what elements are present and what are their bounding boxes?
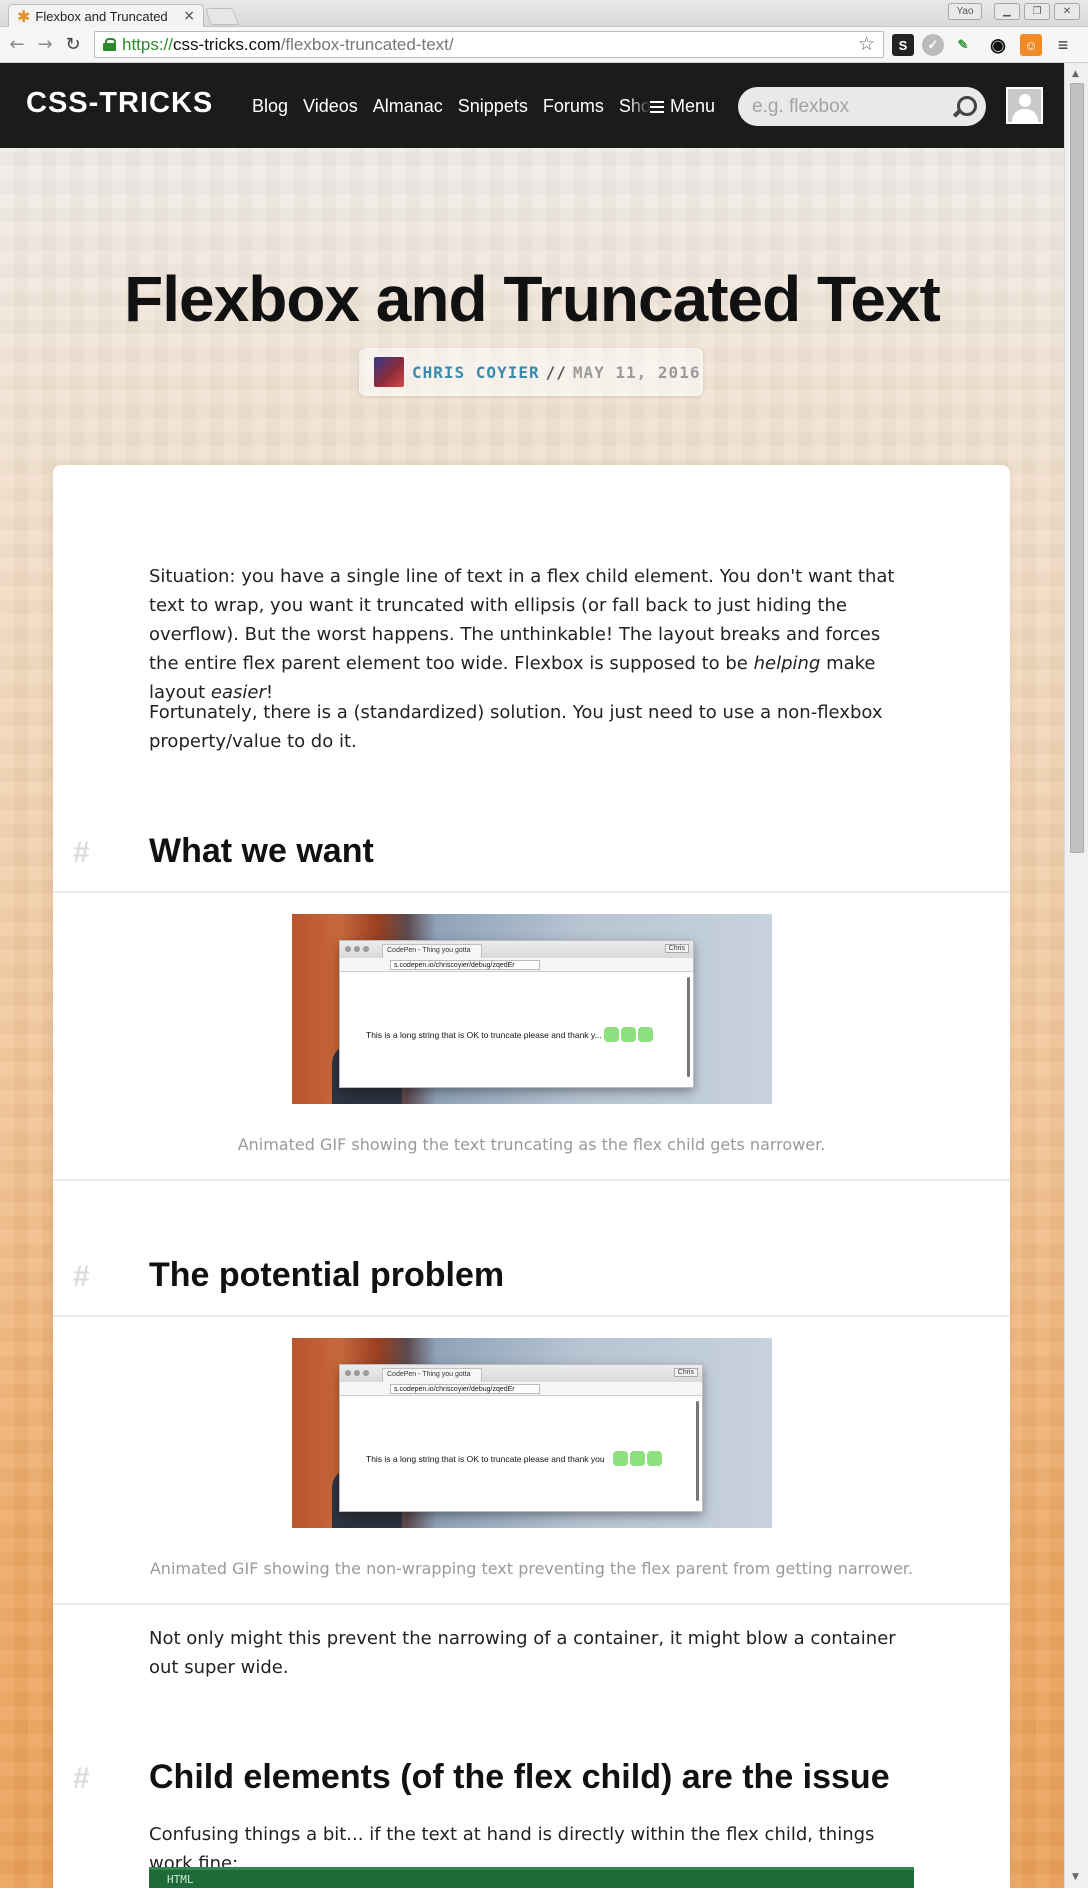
section-anchor-link[interactable]: # bbox=[73, 836, 90, 870]
profile-badge[interactable]: Yao bbox=[948, 3, 982, 20]
intro-paragraph: Situation: you have a single line of tex… bbox=[149, 562, 909, 707]
nav-shop[interactable]: Shop bbox=[619, 96, 651, 117]
hamburger-icon bbox=[650, 100, 664, 113]
scroll-thumb[interactable] bbox=[1070, 83, 1084, 853]
gif-scrollbar bbox=[687, 977, 690, 1077]
gif-tabbar: CodePen - Thing you gotta Chris bbox=[340, 941, 693, 958]
bookmark-star-icon[interactable]: ☆ bbox=[858, 33, 875, 56]
gif-truncated-string: This is a long string that is OK to trun… bbox=[366, 1029, 602, 1040]
browser-toolbar: ← → ↻ https://css-tricks.com/flexbox-tru… bbox=[0, 27, 1088, 63]
gif-tab-title: CodePen - Thing you gotta bbox=[382, 944, 482, 958]
site-search bbox=[738, 87, 986, 126]
minimize-icon[interactable]: ▁ bbox=[994, 3, 1020, 20]
url-scheme: https:// bbox=[122, 34, 174, 54]
menu-label: Menu bbox=[670, 96, 716, 116]
problem-paragraph: Not only might this prevent the narrowin… bbox=[149, 1628, 896, 1678]
new-tab-button[interactable] bbox=[204, 8, 240, 25]
section-anchor-link[interactable]: # bbox=[73, 1762, 90, 1796]
code-block-header: HTML bbox=[149, 1867, 914, 1888]
gif-user-badge: Chris bbox=[673, 1368, 698, 1377]
scroll-down-icon[interactable]: ▼ bbox=[1072, 1872, 1079, 1882]
gif-green-boxes bbox=[603, 1027, 653, 1042]
post-date: MAY 11, 2016 bbox=[572, 362, 701, 382]
nav-forums[interactable]: Forums bbox=[543, 96, 604, 117]
search-input[interactable] bbox=[752, 95, 952, 118]
circle-ext-icon[interactable]: ✓ bbox=[922, 34, 944, 56]
gif-overflow-demo: CodePen - Thing you gotta Chris s.codepe… bbox=[292, 1338, 772, 1528]
gif-full-string: This is a long string that is OK to trun… bbox=[366, 1453, 605, 1464]
gif-truncating-demo: CodePen - Thing you gotta Chris s.codepe… bbox=[292, 914, 772, 1104]
site-logo[interactable]: CSS-TRICKS bbox=[26, 87, 213, 120]
lock-icon bbox=[103, 38, 116, 51]
gif-address-bar: s.codepen.io/chriscoyier/debug/zqedEr bbox=[340, 1382, 702, 1396]
heading-what-we-want: What we want bbox=[149, 832, 374, 870]
byline-separator: // bbox=[545, 362, 567, 382]
css-tricks-favicon-icon: ✱ bbox=[17, 6, 31, 26]
solution-paragraph: Fortunately, there is a (standardized) s… bbox=[149, 702, 883, 752]
site-header: CSS-TRICKS Blog Videos Almanac Snippets … bbox=[0, 63, 1064, 148]
author-link[interactable]: CHRIS COYIER bbox=[412, 363, 540, 382]
gif-window-dots bbox=[345, 1370, 369, 1376]
menu-button[interactable]: Menu bbox=[650, 96, 715, 117]
nav-blog[interactable]: Blog bbox=[252, 96, 288, 117]
browser-tabstrip: ✱ Flexbox and Truncated × Yao ▁ ❐ ✕ bbox=[0, 0, 1088, 27]
forward-icon[interactable]: → bbox=[34, 33, 56, 55]
figure-caption-2: Animated GIF showing the non-wrapping te… bbox=[149, 1559, 914, 1578]
section-anchor-link[interactable]: # bbox=[73, 1260, 90, 1294]
scroll-up-icon[interactable]: ▲ bbox=[1072, 69, 1079, 79]
gif-url: s.codepen.io/chriscoyier/debug/zqedEr bbox=[390, 1384, 540, 1394]
gif-sample-text: This is a long string that is OK to trun… bbox=[366, 1027, 653, 1042]
ring-icon[interactable]: ◉ bbox=[987, 34, 1009, 56]
address-bar[interactable]: https://css-tricks.com/flexbox-truncated… bbox=[94, 31, 884, 58]
gif-sample-text: This is a long string that is OK to trun… bbox=[366, 1451, 662, 1466]
eyedropper-icon[interactable]: ✎ bbox=[952, 34, 974, 56]
url-path: /flexbox-truncated-text/ bbox=[280, 34, 454, 54]
s-ext-icon[interactable]: S bbox=[892, 34, 914, 56]
gif-browser-window: CodePen - Thing you gotta Chris s.codepe… bbox=[339, 1364, 703, 1512]
site-nav: Blog Videos Almanac Snippets Forums Shop bbox=[252, 96, 651, 117]
gif-address-bar: s.codepen.io/chriscoyier/debug/zqedEr bbox=[340, 958, 693, 972]
browser-tab-active[interactable]: ✱ Flexbox and Truncated × bbox=[8, 4, 204, 27]
gif-scrollbar bbox=[696, 1401, 699, 1501]
figure-caption-1: Animated GIF showing the text truncating… bbox=[237, 1135, 826, 1154]
gif-tab-title: CodePen - Thing you gotta bbox=[382, 1368, 482, 1382]
chrome-menu-icon[interactable]: ≡ bbox=[1052, 34, 1074, 56]
window-controls: Yao ▁ ❐ ✕ bbox=[948, 3, 1080, 20]
intro-emphasis-helping: helping bbox=[753, 653, 821, 674]
gif-url: s.codepen.io/chriscoyier/debug/zqedEr bbox=[390, 960, 540, 970]
gif-green-boxes bbox=[612, 1451, 662, 1466]
gif-window-dots bbox=[345, 946, 369, 952]
page-scrollbar[interactable]: ▲ ▼ bbox=[1064, 63, 1088, 1888]
nav-almanac[interactable]: Almanac bbox=[373, 96, 443, 117]
article-title: Flexbox and Truncated Text bbox=[124, 263, 941, 335]
code-language-label: HTML bbox=[167, 1873, 194, 1886]
gif-user-badge: Chris bbox=[664, 944, 689, 953]
tab-close-icon[interactable]: × bbox=[183, 8, 195, 24]
author-avatar[interactable] bbox=[374, 357, 404, 387]
back-icon[interactable]: ← bbox=[6, 33, 28, 55]
heading-child-elements: Child elements (of the flex child) are t… bbox=[149, 1758, 890, 1796]
url-host: css-tricks.com bbox=[173, 34, 281, 54]
maximize-icon[interactable]: ❐ bbox=[1024, 3, 1050, 20]
gif-browser-window: CodePen - Thing you gotta Chris s.codepe… bbox=[339, 940, 694, 1088]
reload-icon[interactable]: ↻ bbox=[62, 33, 84, 55]
article-byline: CHRIS COYIER // MAY 11, 2016 bbox=[359, 348, 703, 396]
nav-snippets[interactable]: Snippets bbox=[458, 96, 528, 117]
search-icon[interactable] bbox=[950, 94, 977, 120]
tab-title: Flexbox and Truncated bbox=[35, 8, 168, 24]
close-window-icon[interactable]: ✕ bbox=[1054, 3, 1080, 20]
nav-videos[interactable]: Videos bbox=[303, 96, 358, 117]
user-avatar-button[interactable] bbox=[1006, 87, 1043, 124]
heading-potential-problem: The potential problem bbox=[149, 1256, 505, 1294]
fox-ext-icon[interactable]: ☺ bbox=[1020, 34, 1042, 56]
gif-tabbar: CodePen - Thing you gotta Chris bbox=[340, 1365, 702, 1382]
